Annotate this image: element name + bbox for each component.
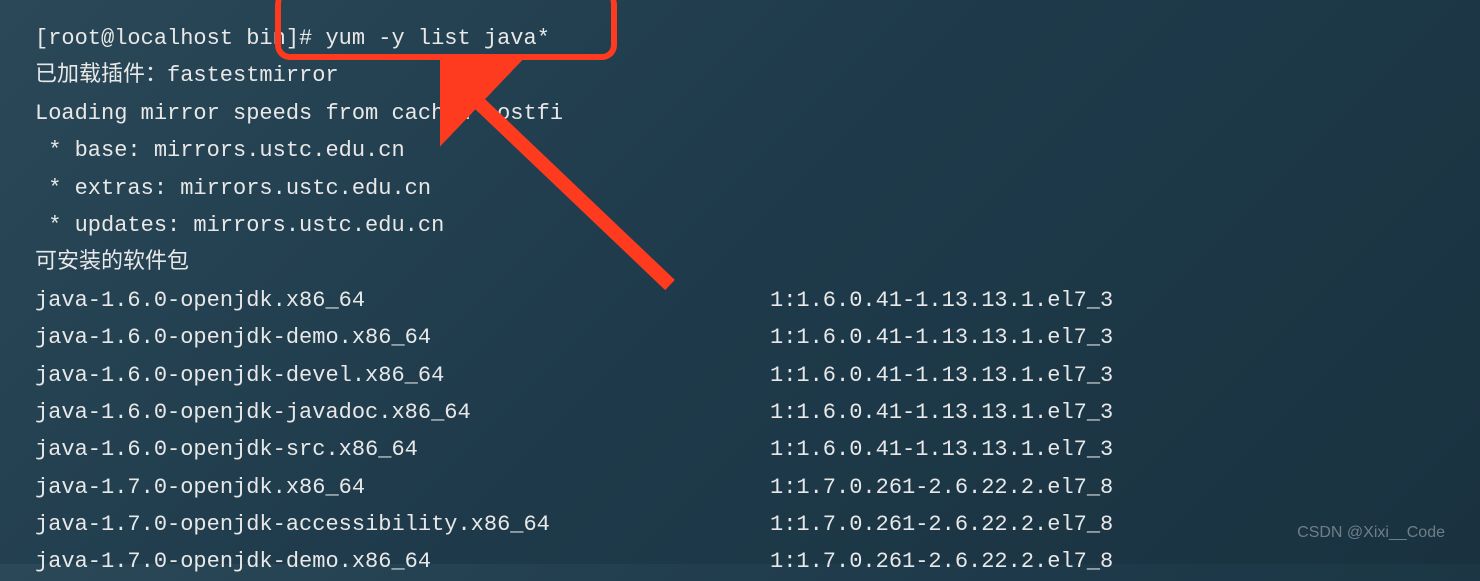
package-row: java-1.6.0-openjdk.x86_64 1:1.6.0.41-1.1…	[35, 282, 1445, 319]
prompt: [root@localhost bin]#	[35, 26, 325, 51]
output-line: 可安装的软件包	[35, 244, 1445, 281]
package-version: 1:1.6.0.41-1.13.13.1.el7_3	[770, 431, 1113, 468]
package-row: java-1.7.0-openjdk-demo.x86_64 1:1.7.0.2…	[35, 543, 1445, 580]
output-line: * base: mirrors.ustc.edu.cn	[35, 132, 1445, 169]
package-version: 1:1.6.0.41-1.13.13.1.el7_3	[770, 282, 1113, 319]
package-name: java-1.6.0-openjdk-javadoc.x86_64	[35, 394, 770, 431]
output-line: 已加载插件：fastestmirror	[35, 57, 1445, 94]
output-line: * extras: mirrors.ustc.edu.cn	[35, 170, 1445, 207]
output-line: * updates: mirrors.ustc.edu.cn	[35, 207, 1445, 244]
package-row: java-1.7.0-openjdk-accessibility.x86_64 …	[35, 506, 1445, 543]
package-version: 1:1.7.0.261-2.6.22.2.el7_8	[770, 543, 1113, 580]
package-version: 1:1.7.0.261-2.6.22.2.el7_8	[770, 506, 1113, 543]
package-name: java-1.7.0-openjdk-accessibility.x86_64	[35, 506, 770, 543]
package-version: 1:1.6.0.41-1.13.13.1.el7_3	[770, 394, 1113, 431]
command-line: [root@localhost bin]# yum -y list java*	[35, 20, 1445, 57]
package-version: 1:1.7.0.261-2.6.22.2.el7_8	[770, 469, 1113, 506]
package-name: java-1.7.0-openjdk.x86_64	[35, 469, 770, 506]
watermark: CSDN @Xixi__Code	[1297, 519, 1445, 546]
package-version: 1:1.6.0.41-1.13.13.1.el7_3	[770, 319, 1113, 356]
package-row: java-1.6.0-openjdk-javadoc.x86_64 1:1.6.…	[35, 394, 1445, 431]
package-row: java-1.7.0-openjdk.x86_64 1:1.7.0.261-2.…	[35, 469, 1445, 506]
output-line: Loading mirror speeds from cached hostfi	[35, 95, 1445, 132]
package-name: java-1.6.0-openjdk-devel.x86_64	[35, 357, 770, 394]
package-name: java-1.7.0-openjdk-demo.x86_64	[35, 543, 770, 580]
package-row: java-1.6.0-openjdk-devel.x86_64 1:1.6.0.…	[35, 357, 1445, 394]
package-name: java-1.6.0-openjdk.x86_64	[35, 282, 770, 319]
package-name: java-1.6.0-openjdk-src.x86_64	[35, 431, 770, 468]
package-name: java-1.6.0-openjdk-demo.x86_64	[35, 319, 770, 356]
package-row: java-1.6.0-openjdk-src.x86_64 1:1.6.0.41…	[35, 431, 1445, 468]
package-row: java-1.6.0-openjdk-demo.x86_64 1:1.6.0.4…	[35, 319, 1445, 356]
package-version: 1:1.6.0.41-1.13.13.1.el7_3	[770, 357, 1113, 394]
command-text: yum -y list java*	[325, 26, 549, 51]
